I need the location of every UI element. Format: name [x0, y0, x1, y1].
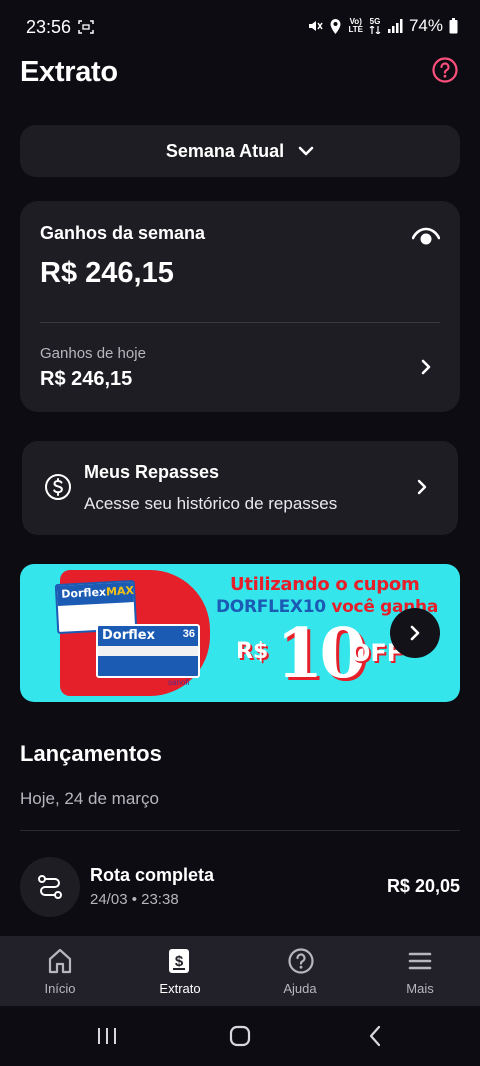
list-item[interactable]: Rota completa 24/03 • 23:38 R$ 20,05 [20, 855, 460, 919]
question-circle-icon[interactable] [432, 57, 458, 83]
nav-label: Mais [406, 981, 434, 996]
menu-icon [408, 952, 432, 970]
status-bar: 23:56 Vo) LTE 5G 74% [0, 0, 480, 54]
nav-item-extrato[interactable]: $ Extrato [120, 936, 240, 1006]
back-icon[interactable] [366, 1024, 384, 1048]
nav-label: Extrato [159, 981, 201, 996]
nav-label: Início [44, 981, 76, 996]
system-nav-bar [0, 1006, 480, 1066]
statement-icon: $ [169, 949, 189, 973]
today-earnings-value: R$ 246,15 [40, 368, 133, 390]
battery-percent: 74% [408, 16, 443, 35]
dollar-circle-icon [45, 474, 71, 500]
chevron-right-icon [410, 625, 420, 641]
banner-next-button[interactable] [390, 608, 440, 658]
signal-icon [387, 19, 403, 33]
home-icon [48, 948, 72, 974]
section-divider [20, 830, 460, 831]
weekly-earnings-value: R$ 246,15 [40, 257, 174, 289]
launches-date-label: Hoje, 24 de março [20, 789, 159, 808]
today-earnings-label: Ganhos de hoje [40, 345, 146, 362]
volte-indicator: Vo) LTE [348, 17, 363, 34]
nav-item-inicio[interactable]: Início [0, 936, 120, 1006]
week-selector[interactable]: Semana Atual [20, 125, 460, 177]
data-arrows-icon [369, 26, 381, 34]
chevron-right-icon [421, 359, 431, 375]
sanofi-logo: sanofi [168, 678, 190, 687]
mute-icon [309, 21, 324, 31]
repasses-title: Meus Repasses [84, 462, 220, 482]
week-selector-label: Semana Atual [165, 140, 285, 161]
product-box-dorflex: Dorflex 36 [96, 624, 200, 678]
chevron-down-icon [298, 146, 314, 156]
nav-label: Ajuda [283, 981, 317, 996]
bottom-nav: Início $ Extrato Ajuda Mais [0, 936, 480, 1006]
promo-banner[interactable]: DorflexMAX Dorflex 36 sanofi Utilizando … [20, 564, 460, 702]
list-item-timestamp: 24/03 • 23:38 [90, 891, 179, 908]
home-button-icon[interactable] [228, 1024, 252, 1048]
earnings-card: Ganhos da semana R$ 246,15 Ganhos de hoj… [20, 201, 460, 412]
list-item-amount: R$ 20,05 [386, 876, 460, 896]
nav-item-ajuda[interactable]: Ajuda [240, 936, 360, 1006]
eye-icon[interactable] [412, 227, 440, 247]
banner-currency: R$ [236, 639, 269, 664]
status-time: 23:56 [26, 17, 72, 37]
location-icon [330, 18, 341, 34]
today-earnings-row[interactable]: Ganhos de hoje R$ 246,15 [20, 323, 460, 412]
route-icon [38, 875, 62, 899]
network-5g-indicator: 5G [369, 18, 381, 34]
status-icons: Vo) LTE 5G 74% [307, 16, 458, 36]
launches-title: Lançamentos [20, 741, 162, 766]
recents-icon[interactable] [96, 1024, 118, 1048]
repasses-subtitle: Acesse seu histórico de repasses [84, 494, 338, 513]
page-title: Extrato [20, 56, 118, 88]
list-item-title: Rota completa [90, 865, 215, 885]
repasses-card[interactable]: Meus Repasses Acesse seu histórico de re… [22, 441, 458, 535]
svg-text:$: $ [175, 953, 184, 970]
banner-headline: Utilizando o cupom [230, 574, 420, 595]
weekly-earnings-title: Ganhos da semana [40, 223, 206, 243]
battery-icon [449, 18, 458, 34]
help-icon [288, 948, 314, 974]
route-icon-badge [20, 857, 80, 917]
screenshot-icon [78, 20, 94, 34]
nav-item-mais[interactable]: Mais [360, 936, 480, 1006]
chevron-right-icon [417, 479, 427, 495]
